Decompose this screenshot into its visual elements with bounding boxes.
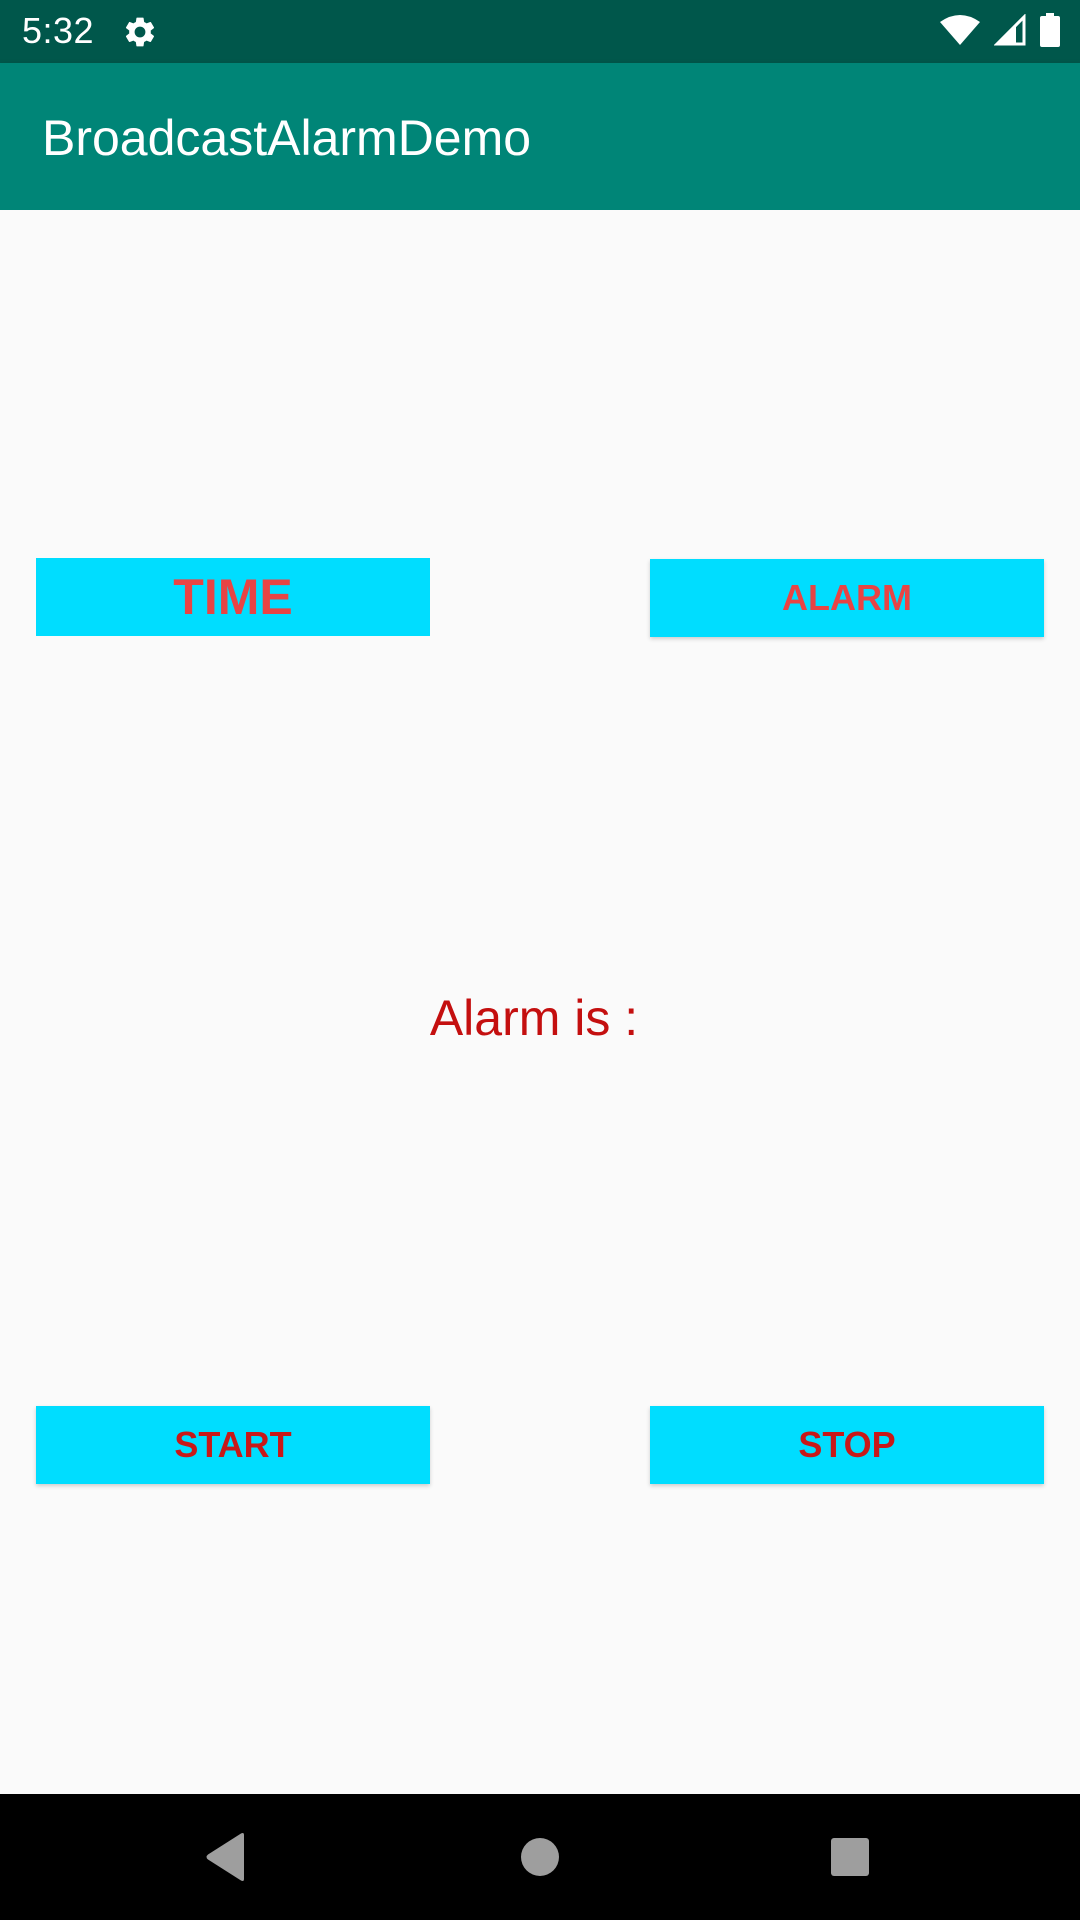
settings-icon (122, 14, 158, 50)
alarm-status-label: Alarm is : (429, 990, 639, 1046)
time-button[interactable]: TIME (36, 558, 430, 636)
stop-button[interactable]: STOP (650, 1406, 1044, 1484)
status-icons (940, 12, 1060, 52)
start-button[interactable]: START (36, 1406, 430, 1484)
main-content: TIME ALARM Alarm is : START STOP (0, 210, 1080, 1794)
navigation-bar (0, 1794, 1080, 1920)
alarm-button[interactable]: ALARM (650, 559, 1044, 637)
battery-icon (1040, 12, 1060, 52)
cell-signal-icon (993, 12, 1026, 51)
app-bar: BroadcastAlarmDemo (0, 63, 1080, 210)
wifi-icon (940, 14, 980, 51)
back-icon (206, 1833, 244, 1881)
status-bar: 5:32 (0, 0, 1080, 63)
recents-button[interactable] (807, 1814, 893, 1900)
app-title: BroadcastAlarmDemo (42, 110, 532, 166)
recents-icon (831, 1838, 869, 1876)
home-button[interactable] (497, 1814, 583, 1900)
back-button[interactable] (183, 1814, 269, 1900)
status-time: 5:32 (22, 10, 95, 51)
home-icon (521, 1838, 559, 1876)
